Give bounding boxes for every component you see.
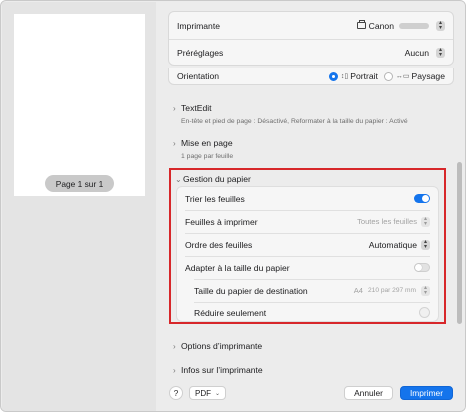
dest-paper-dims: 210 par 297 mm xyxy=(367,287,416,294)
orientation-row: Orientation ↕▯ Portrait ↔▭ Paysage xyxy=(168,68,454,85)
dest-paper-size: A4 xyxy=(353,286,363,295)
dest-paper-select[interactable]: A4 210 par 297 mm ▴ ▾ xyxy=(353,285,430,296)
chevron-down-icon: ⌄ xyxy=(175,174,182,184)
print-button[interactable]: Imprimer xyxy=(399,386,453,400)
printer-value: Canon xyxy=(368,20,394,31)
landscape-label: Paysage xyxy=(411,71,445,81)
page-indicator: Page 1 sur 1 xyxy=(45,175,114,192)
dest-paper-label: Taille du papier de destination xyxy=(194,285,308,296)
paper-handling-panel: Trier les feuilles Feuilles à imprimer T… xyxy=(176,186,439,322)
orientation-portrait-option[interactable]: ↕▯ Portrait xyxy=(328,71,378,81)
chevron-right-icon: › xyxy=(173,103,176,113)
collate-label: Trier les feuilles xyxy=(185,193,245,204)
section-title: TextEdit xyxy=(181,103,212,113)
section-title: Gestion du papier xyxy=(183,174,251,184)
printer-icon xyxy=(356,20,366,29)
scale-down-only-toggle[interactable] xyxy=(419,307,430,318)
pages-to-print-label: Feuilles à imprimer xyxy=(185,216,258,227)
presets-row: Préréglages Aucun ▴ ▾ xyxy=(169,39,453,66)
section-textedit[interactable]: › TextEdit En-tête et pied de page : Dés… xyxy=(173,103,408,125)
cancel-button[interactable]: Annuler xyxy=(344,386,393,400)
orientation-label: Orientation xyxy=(177,71,220,81)
scale-down-only-row: Réduire seulement xyxy=(177,302,438,323)
chevron-down-icon: ⌄ xyxy=(215,390,221,397)
settings-pane: Imprimante Canon ▴ ▾ Préréglages Aucun ▴ ▾… xyxy=(156,2,465,411)
chevron-updown-icon: ▴ ▾ xyxy=(436,20,445,31)
section-summary: En-tête et pied de page : Désactivé, Ref… xyxy=(181,118,408,125)
page-preview xyxy=(14,14,145,196)
chevron-right-icon: › xyxy=(173,341,176,351)
section-title: Mise en page xyxy=(181,138,233,148)
chevron-updown-icon: ▴ ▾ xyxy=(421,216,430,227)
scale-down-only-label: Réduire seulement xyxy=(194,307,267,318)
portrait-label: Portrait xyxy=(350,71,378,81)
pages-to-print-row: Feuilles à imprimer Toutes les feuilles … xyxy=(177,210,438,233)
printer-card: Imprimante Canon ▴ ▾ Préréglages Aucun ▴ ▾ xyxy=(168,11,454,66)
presets-select[interactable]: Aucun ▴ ▾ xyxy=(404,47,445,58)
section-title: Infos sur l’imprimante xyxy=(181,365,263,375)
section-printer-info[interactable]: › Infos sur l’imprimante xyxy=(173,365,263,375)
orientation-landscape-option[interactable]: ↔▭ Paysage xyxy=(383,71,445,81)
section-paper-handling: ⌄ Gestion du papier Trier les feuilles F… xyxy=(169,168,446,324)
presets-label: Préréglages xyxy=(177,48,224,58)
dest-paper-row: Taille du papier de destination A4 210 p… xyxy=(177,279,438,302)
section-title: Options d’imprimante xyxy=(181,341,263,351)
printer-label: Imprimante xyxy=(177,20,220,31)
section-layout[interactable]: › Mise en page 1 page par feuille xyxy=(173,138,233,160)
collate-toggle[interactable] xyxy=(414,194,430,203)
pdf-menu-button[interactable]: PDF ⌄ xyxy=(189,386,227,400)
printer-row: Imprimante Canon ▴ ▾ xyxy=(169,12,453,39)
landscape-icon: ↔▭ xyxy=(395,73,410,80)
footer: ? PDF ⌄ Annuler Imprimer xyxy=(156,382,465,404)
paper-handling-header[interactable]: ⌄ Gestion du papier xyxy=(175,174,251,184)
chevron-updown-icon: ▴ ▾ xyxy=(421,239,430,250)
page-order-value: Automatique xyxy=(368,239,417,250)
scrollbar[interactable] xyxy=(457,162,462,324)
print-dialog: Page 1 sur 1 Imprimante Canon ▴ ▾ Prérégl… xyxy=(0,0,466,412)
printer-model-redacted xyxy=(399,22,429,29)
pages-to-print-value: Toutes les feuilles xyxy=(357,217,417,226)
pages-to-print-select[interactable]: Toutes les feuilles ▴ ▾ xyxy=(357,216,430,227)
portrait-icon: ↕▯ xyxy=(340,73,349,80)
scale-to-fit-label: Adapter à la taille du papier xyxy=(185,262,290,273)
scale-to-fit-toggle[interactable] xyxy=(414,263,430,272)
chevron-updown-icon: ▴ ▾ xyxy=(421,285,430,296)
section-printer-options[interactable]: › Options d’imprimante xyxy=(173,341,262,351)
chevron-right-icon: › xyxy=(173,138,176,148)
landscape-radio[interactable] xyxy=(383,71,393,81)
printer-select[interactable]: Canon ▴ ▾ xyxy=(356,20,445,31)
section-summary: 1 page par feuille xyxy=(181,153,234,160)
help-button[interactable]: ? xyxy=(169,386,183,400)
pdf-label: PDF xyxy=(195,388,211,398)
portrait-radio[interactable] xyxy=(328,71,338,81)
chevron-updown-icon: ▴ ▾ xyxy=(436,47,445,58)
page-order-row: Ordre des feuilles Automatique ▴ ▾ xyxy=(177,233,438,256)
page-order-label: Ordre des feuilles xyxy=(185,239,253,250)
preview-pane: Page 1 sur 1 xyxy=(2,2,156,411)
presets-value: Aucun xyxy=(404,48,429,58)
scale-to-fit-row: Adapter à la taille du papier xyxy=(177,256,438,279)
page-order-select[interactable]: Automatique ▴ ▾ xyxy=(368,239,430,250)
collate-row: Trier les feuilles xyxy=(177,187,438,210)
chevron-right-icon: › xyxy=(173,365,176,375)
